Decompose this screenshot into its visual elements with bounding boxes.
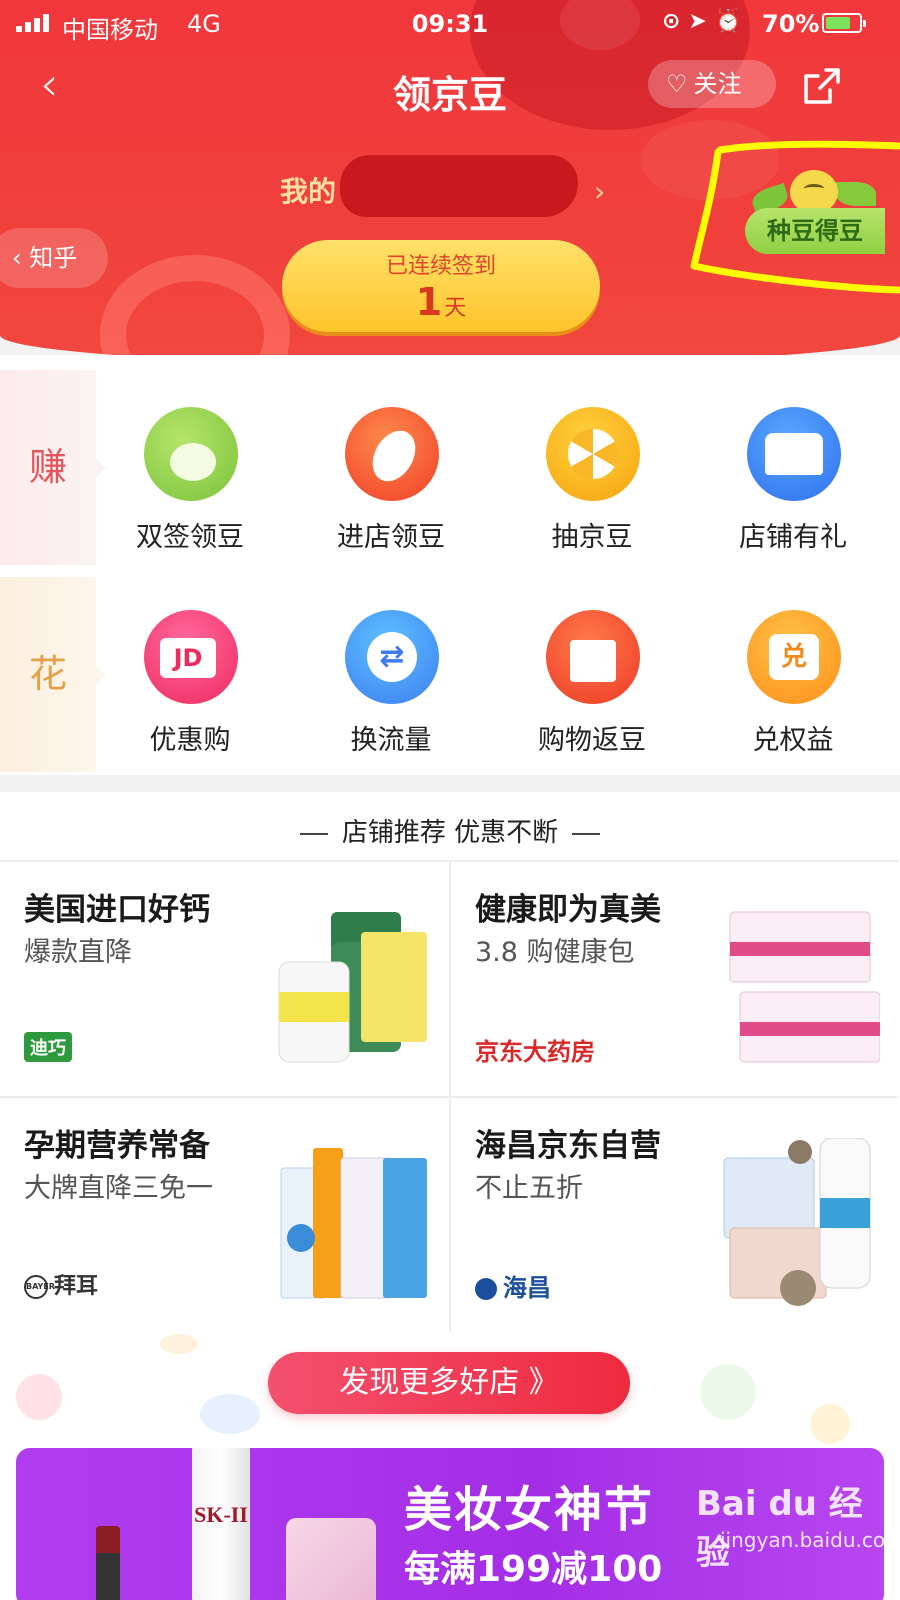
skii-bottle-image: SK-II (192, 1448, 250, 1600)
decor-dot (700, 1364, 756, 1420)
earn-item-store-gift[interactable]: 店铺有礼 (693, 407, 893, 587)
redeem-icon (747, 610, 841, 704)
store-recommend-section: 店铺推荐 优惠不断 美国进口好钙 爆款直降 迪巧 健康即为真美 3.8 购健康包… (0, 792, 900, 1334)
share-icon[interactable] (800, 64, 844, 108)
bean-orange-icon (345, 407, 439, 501)
my-beans-link[interactable]: 我的 › (280, 170, 605, 210)
brand-logo: 京东大药房 (475, 1038, 595, 1066)
spend-item-discount[interactable]: 优惠购 (90, 610, 290, 790)
watermark: Bai du 经验 (696, 1484, 863, 1573)
brand-logo: 迪巧 (24, 1032, 72, 1062)
store-card[interactable]: 海昌京东自营 不止五折 海昌 (449, 1096, 898, 1332)
hydron-icon (475, 1278, 497, 1300)
store-card[interactable]: 孕期营养常备 大牌直降三免一 BAYER拜耳 (0, 1096, 449, 1332)
store-icon (747, 407, 841, 501)
tile-label: 进店领豆 (337, 522, 445, 553)
signin-unit: 天 (444, 296, 467, 321)
earn-item-double-signin[interactable]: 双签领豆 (90, 407, 290, 587)
watermark-url: jingyan.baidu.com (720, 1528, 884, 1552)
heart-plus-icon: ♡ (666, 70, 688, 98)
decor-dot (200, 1394, 260, 1434)
perfume-image (286, 1518, 376, 1600)
banner-subtitle: 每满199减100 (404, 1549, 663, 1590)
card-title: 孕期营养常备 (24, 1128, 210, 1164)
zhihu-return-button[interactable]: ‹ 知乎 (0, 228, 108, 288)
card-subtitle: 爆款直降 (24, 937, 132, 968)
product-image (723, 1138, 871, 1306)
card-title: 海昌京东自营 (475, 1128, 661, 1164)
tile-label: 兑权益 (752, 725, 834, 756)
bean-actions-grid: 赚 花 双签领豆 进店领豆 抽京豆 店铺有礼 优惠购 换流量 购物返豆 兑权益 (0, 355, 900, 775)
tile-label: 购物返豆 (538, 725, 646, 756)
spend-item-redeem[interactable]: 兑权益 (693, 610, 893, 790)
status-icons: ⊙➤⏰ (662, 9, 751, 34)
lipstick-image (96, 1526, 120, 1600)
product-image (280, 1148, 427, 1299)
more-stores-button[interactable]: 发现更多好店 》 (268, 1352, 630, 1414)
card-title: 美国进口好钙 (24, 892, 210, 928)
signin-label: 已连续签到 (385, 254, 496, 279)
spend-item-cashback[interactable]: 购物返豆 (492, 610, 692, 790)
promo-banner[interactable]: SK-II 美妆女神节 每满199减100 Bai du 经验 jingyan.… (16, 1448, 884, 1600)
section-title-text: 店铺推荐 优惠不断 (341, 818, 559, 848)
signin-button[interactable]: 已连续签到 1天 (282, 240, 600, 332)
follow-label: 关注 (693, 70, 742, 98)
brand-name: 拜耳 (54, 1274, 99, 1299)
store-card[interactable]: 健康即为真美 3.8 购健康包 京东大药房 (449, 860, 898, 1096)
card-subtitle: 3.8 购健康包 (475, 937, 635, 968)
exchange-arrows-icon (345, 610, 439, 704)
decor-dot (16, 1374, 62, 1420)
card-title: 健康即为真美 (475, 892, 661, 928)
tile-label: 店铺有礼 (739, 522, 847, 553)
card-subtitle: 大牌直降三免一 (24, 1173, 213, 1204)
zhihu-label: 知乎 (29, 244, 78, 272)
tile-label: 优惠购 (149, 725, 231, 756)
earn-tab[interactable]: 赚 (0, 370, 106, 565)
chevron-right-icon: › (594, 175, 606, 208)
earn-item-visit-store[interactable]: 进店领豆 (291, 407, 491, 587)
decor-dot (810, 1404, 850, 1444)
my-beans-label: 我的 (280, 175, 337, 208)
highlight-annotation (690, 140, 900, 294)
product-image (729, 911, 880, 1063)
bean-green-icon (144, 407, 238, 501)
bottom-area: 发现更多好店 》 SK-II 美妆女神节 每满199减100 Bai du 经验… (0, 1334, 900, 1600)
chevron-left-icon: ‹ (12, 244, 30, 272)
decor-ring (100, 255, 290, 365)
brand-logo: 海昌 (475, 1268, 551, 1303)
spend-tab[interactable]: 花 (0, 577, 106, 772)
tile-label: 双签领豆 (136, 522, 244, 553)
battery-icon (822, 13, 866, 33)
lottery-wheel-icon (546, 407, 640, 501)
brand-name: 海昌 (503, 1274, 551, 1302)
divider (572, 832, 601, 835)
banner-title: 美妆女神节 (404, 1482, 655, 1538)
spend-item-data-exchange[interactable]: 换流量 (291, 610, 491, 790)
follow-button[interactable]: ♡ 关注 (648, 60, 776, 108)
section-title: 店铺推荐 优惠不断 (0, 812, 900, 849)
product-image (278, 912, 427, 1063)
signin-days: 1 (415, 280, 443, 324)
divider (299, 832, 328, 835)
status-bar: 中国移动 4G 09:31 ⊙➤⏰ 70% (0, 0, 900, 46)
gift-box-icon (546, 610, 640, 704)
store-card[interactable]: 美国进口好钙 爆款直降 迪巧 (0, 860, 449, 1096)
decor-dot (160, 1334, 198, 1354)
earn-item-lottery[interactable]: 抽京豆 (492, 407, 692, 587)
jd-cart-icon (144, 610, 238, 704)
brand-logo: BAYER拜耳 (24, 1268, 98, 1300)
tile-label: 抽京豆 (551, 522, 633, 553)
battery-percent: 70% (762, 10, 820, 38)
card-subtitle: 不止五折 (475, 1173, 583, 1204)
bottle-label: SK-II (194, 1502, 248, 1527)
bayer-cross-icon: BAYER (24, 1275, 55, 1299)
tile-label: 换流量 (350, 725, 432, 756)
